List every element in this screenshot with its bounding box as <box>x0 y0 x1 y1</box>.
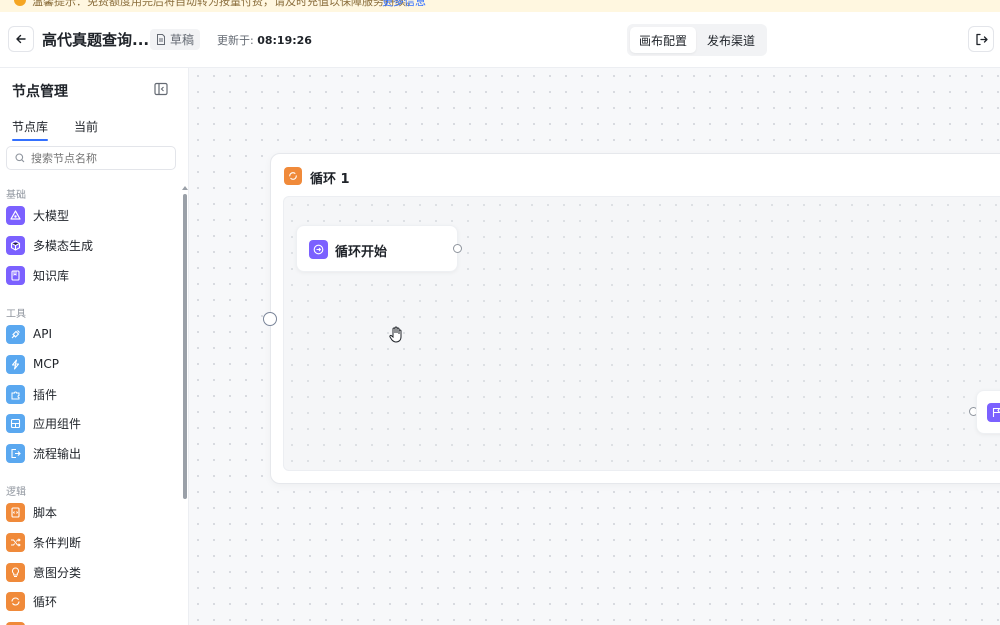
partial-icon <box>6 621 25 625</box>
sidebar-item-label: 多模态生成 <box>33 238 94 253</box>
group-title-basic: 基础 <box>6 190 26 201</box>
collapse-sidebar-icon[interactable] <box>154 82 168 96</box>
loop-node[interactable]: 循环 1 <box>270 153 1000 484</box>
warning-text: 温馨提示：免费额度用完后将自动转为按量付费，请及时充值以保障服务持续。 <box>32 0 417 8</box>
sidebar-item-label: API <box>33 327 52 341</box>
intent-icon <box>6 562 25 582</box>
workflow-canvas[interactable]: 循环 1 循环开始 <box>190 68 1000 625</box>
loop-end-node[interactable] <box>976 390 1000 434</box>
sidebar-item-multimodal[interactable]: 多模态生成 <box>6 233 176 257</box>
sidebar-item-label: 循环 <box>33 594 58 609</box>
sidebar-item-label: 插件 <box>33 387 58 402</box>
group-title-logic: 逻辑 <box>6 487 26 498</box>
flag-icon <box>987 403 1000 422</box>
sidebar-tabs: 节点库 当前 <box>12 118 98 141</box>
loop-node-title: 循环 1 <box>310 172 350 187</box>
multimodal-icon <box>6 235 25 255</box>
sidebar-item-plugin[interactable]: 插件 <box>6 382 176 406</box>
logout-icon <box>975 33 988 45</box>
page-title: 高代真题查询... <box>42 31 150 49</box>
api-icon <box>6 324 25 344</box>
loop-start-node[interactable]: 循环开始 <box>296 225 458 272</box>
updated-value: 08:19:26 <box>257 34 312 47</box>
updated-time: 更新于: 08:19:26 <box>217 32 312 48</box>
llm-icon <box>6 205 25 225</box>
search-box <box>6 146 176 170</box>
sidebar-item-label: 条件判断 <box>33 535 82 550</box>
sidebar-item-label: 大模型 <box>33 208 70 223</box>
search-input[interactable] <box>31 151 171 165</box>
condition-icon <box>6 532 25 552</box>
plugin-icon <box>6 384 25 404</box>
tab-node-library[interactable]: 节点库 <box>12 118 49 141</box>
warning-banner: 温馨提示：免费额度用完后将自动转为按量付费，请及时充值以保障服务持续。 更多信息 <box>0 0 1000 12</box>
node-sidebar: 节点管理 节点库 当前 基础 大模型 多模态生成 知识库 工具 API MCP … <box>0 68 189 625</box>
warning-icon <box>14 0 26 6</box>
mcp-icon <box>6 354 25 374</box>
sidebar-item-label: MCP <box>33 357 59 371</box>
sidebar-item-label: 应用组件 <box>33 416 82 431</box>
sidebar-item-knowledge[interactable]: 知识库 <box>6 263 176 287</box>
search-icon <box>15 153 25 163</box>
document-icon <box>157 34 165 45</box>
sidebar-item-api[interactable]: API <box>6 322 176 346</box>
loop-start-title: 循环开始 <box>335 245 388 260</box>
sidebar-title: 节点管理 <box>12 84 68 100</box>
sidebar-item-partial[interactable] <box>6 619 176 625</box>
sidebar-item-condition[interactable]: 条件判断 <box>6 530 176 554</box>
component-icon <box>6 413 25 433</box>
sidebar-item-label: 脚本 <box>33 505 58 520</box>
group-title-tools: 工具 <box>6 309 26 320</box>
warning-more-link[interactable]: 更多信息 <box>382 0 426 9</box>
exit-button[interactable] <box>968 26 994 52</box>
sidebar-item-loop[interactable]: 循环 <box>6 589 176 613</box>
knowledge-icon <box>6 265 25 285</box>
tab-current[interactable]: 当前 <box>74 118 98 139</box>
sidebar-item-label: 意图分类 <box>33 565 82 580</box>
sidebar-item-component[interactable]: 应用组件 <box>6 411 176 435</box>
sidebar-item-llm[interactable]: 大模型 <box>6 203 176 227</box>
back-button[interactable] <box>8 26 34 52</box>
loop-icon <box>284 167 302 185</box>
arrow-left-icon <box>16 34 26 44</box>
tab-canvas-config[interactable]: 画布配置 <box>630 27 696 53</box>
output-port[interactable] <box>453 244 462 253</box>
updated-label: 更新于: <box>217 34 254 47</box>
sidebar-scrollbar[interactable] <box>183 194 187 499</box>
tab-publish-channel[interactable]: 发布渠道 <box>698 27 764 53</box>
scroll-up-arrow[interactable] <box>182 186 188 190</box>
sidebar-item-intent[interactable]: 意图分类 <box>6 560 176 584</box>
draft-label: 草稿 <box>170 33 195 47</box>
input-port[interactable] <box>263 312 277 326</box>
output-icon <box>6 443 25 463</box>
sidebar-item-mcp[interactable]: MCP <box>6 352 176 376</box>
status-badge: 草稿 <box>150 29 201 50</box>
sidebar-item-script[interactable]: 脚本 <box>6 500 176 524</box>
sidebar-item-output[interactable]: 流程输出 <box>6 441 176 465</box>
hand-cursor-icon <box>389 326 402 343</box>
sidebar-item-label: 流程输出 <box>33 446 82 461</box>
script-icon <box>6 502 25 522</box>
loop-icon <box>6 591 25 611</box>
view-switch: 画布配置 发布渠道 <box>627 24 767 56</box>
sidebar-item-label: 知识库 <box>33 268 70 283</box>
header: 高代真题查询... 草稿 更新于: 08:19:26 画布配置 发布渠道 <box>0 12 1000 68</box>
loop-start-icon <box>309 240 328 259</box>
